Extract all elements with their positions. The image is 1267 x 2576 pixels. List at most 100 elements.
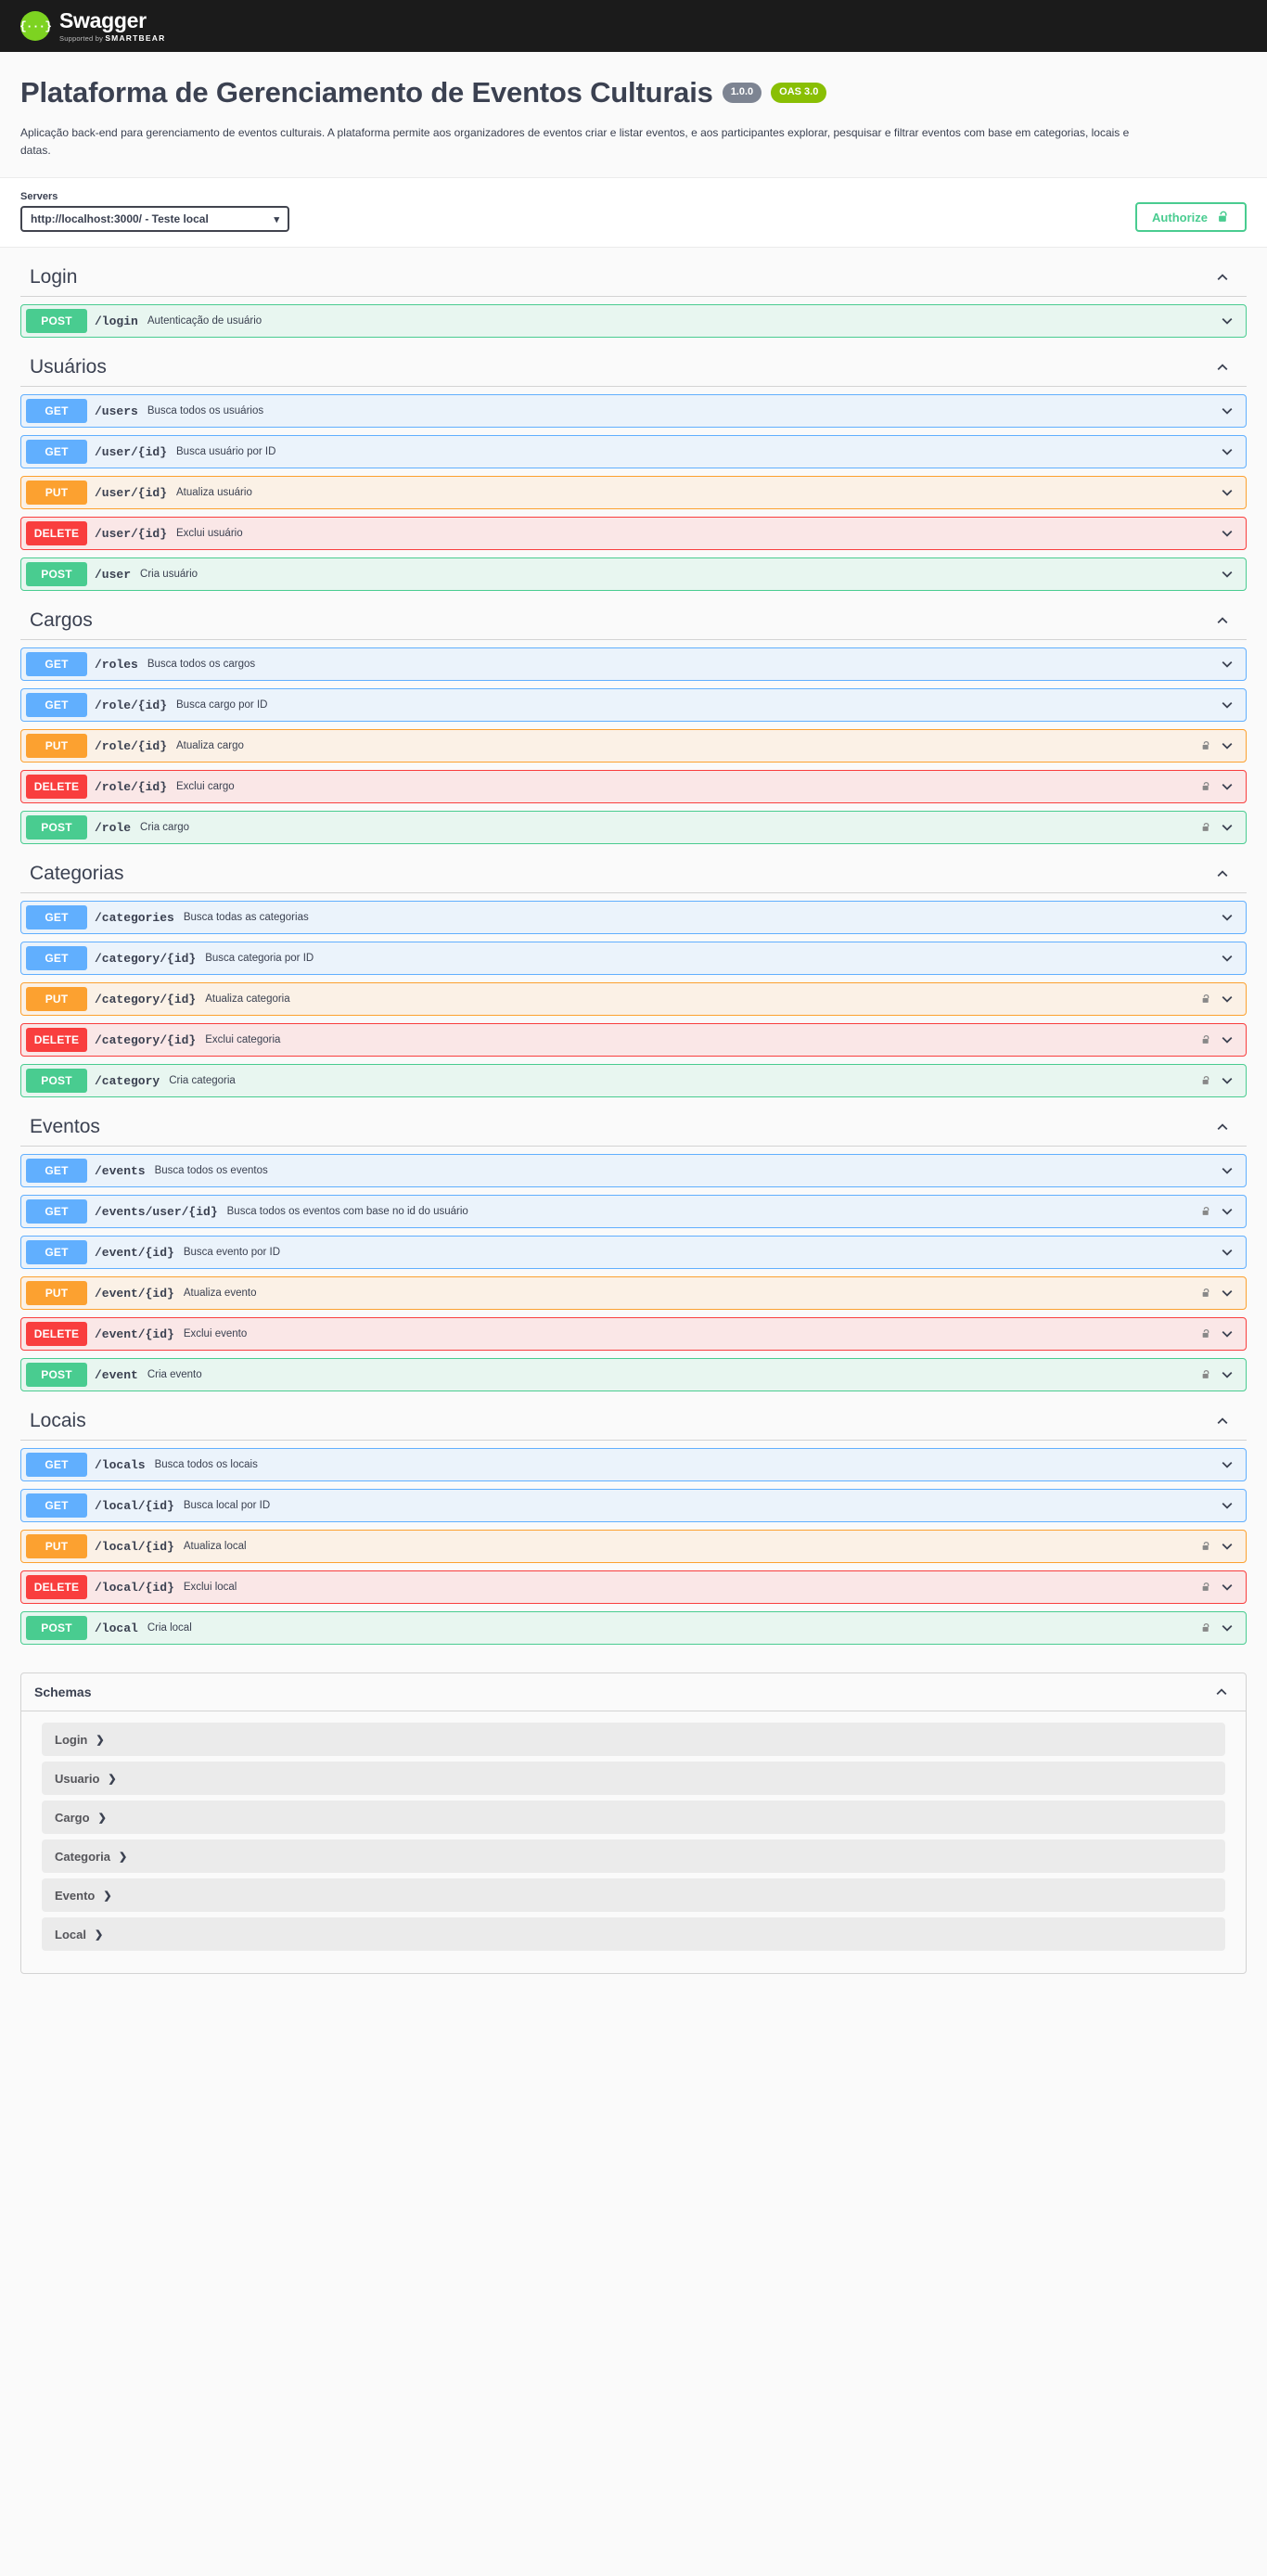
- operation-row[interactable]: PUT/event/{id} Atualiza evento: [20, 1276, 1247, 1311]
- unlock-icon[interactable]: [1201, 1033, 1211, 1046]
- operation-row[interactable]: POST/role Cria cargo: [20, 811, 1247, 845]
- api-description: Aplicação back-end para gerenciamento de…: [20, 126, 1130, 157]
- chevron-down-icon[interactable]: [1220, 1073, 1235, 1088]
- operation-row[interactable]: POST/event Cria evento: [20, 1358, 1247, 1392]
- chevron-down-icon[interactable]: [1220, 526, 1235, 541]
- chevron-down-icon[interactable]: [1220, 314, 1235, 328]
- operation-row[interactable]: POST/local Cria local: [20, 1611, 1247, 1646]
- api-info: Plataforma de Gerenciamento de Eventos C…: [0, 52, 1267, 179]
- schema-row[interactable]: Local ❯: [42, 1917, 1225, 1952]
- operation-row[interactable]: PUT/category/{id} Atualiza categoria: [20, 982, 1247, 1017]
- unlock-icon[interactable]: [1201, 1287, 1211, 1300]
- http-method-badge: DELETE: [26, 1028, 87, 1053]
- unlock-icon[interactable]: [1201, 1621, 1211, 1634]
- operation-row[interactable]: GET/locals Busca todos os locais: [20, 1448, 1247, 1482]
- schema-row[interactable]: Login ❯: [42, 1723, 1225, 1757]
- operation-row[interactable]: GET/events/user/{id} Busca todos os event…: [20, 1195, 1247, 1229]
- chevron-down-icon[interactable]: [1220, 444, 1235, 459]
- schemas-header[interactable]: Schemas: [21, 1673, 1246, 1712]
- unlock-icon[interactable]: [1201, 993, 1211, 1006]
- chevron-down-icon[interactable]: [1220, 698, 1235, 712]
- chevron-down-icon[interactable]: [1220, 992, 1235, 1006]
- operation-row[interactable]: POST/login Autenticação de usuário: [20, 304, 1247, 339]
- operation-summary: Cria usuário: [140, 569, 198, 581]
- chevron-right-icon[interactable]: ❯: [96, 1734, 104, 1746]
- chevron-right-icon[interactable]: ❯: [95, 1929, 103, 1941]
- chevron-down-icon[interactable]: [1220, 951, 1235, 966]
- operation-row[interactable]: DELETE/category/{id} Exclui categoria: [20, 1023, 1247, 1057]
- chevron-down-icon[interactable]: [1220, 404, 1235, 418]
- operation-summary: Atualiza local: [183, 1541, 247, 1553]
- chevron-down-icon[interactable]: [1220, 820, 1235, 835]
- chevron-down-icon[interactable]: [1220, 1204, 1235, 1219]
- authorize-button[interactable]: Authorize: [1135, 202, 1247, 233]
- chevron-down-icon[interactable]: [1220, 1539, 1235, 1554]
- unlock-icon[interactable]: [1201, 780, 1211, 793]
- unlock-icon[interactable]: [1201, 1327, 1211, 1340]
- unlock-icon[interactable]: [1201, 1540, 1211, 1553]
- tag-header-eventos[interactable]: Eventos: [20, 1109, 1247, 1147]
- chevron-down-icon[interactable]: [1220, 567, 1235, 582]
- tag-header-login[interactable]: Login: [20, 259, 1247, 298]
- chevron-down-icon[interactable]: [1220, 1621, 1235, 1635]
- operation-controls: [1201, 1367, 1235, 1382]
- operation-row[interactable]: POST/category Cria categoria: [20, 1064, 1247, 1098]
- operation-row[interactable]: PUT/local/{id} Atualiza local: [20, 1530, 1247, 1564]
- chevron-down-icon[interactable]: [1220, 1457, 1235, 1472]
- operation-row[interactable]: PUT/role/{id} Atualiza cargo: [20, 729, 1247, 763]
- chevron-down-icon[interactable]: [1220, 910, 1235, 925]
- chevron-down-icon[interactable]: [1220, 657, 1235, 672]
- operation-row[interactable]: GET/roles Busca todos os cargos: [20, 647, 1247, 682]
- swagger-logo[interactable]: {···} Swagger Supported by SMARTBEAR: [19, 9, 165, 43]
- chevron-down-icon[interactable]: [1220, 1367, 1235, 1382]
- chevron-down-icon[interactable]: [1220, 1580, 1235, 1595]
- operation-row[interactable]: GET/local/{id} Busca local por ID: [20, 1489, 1247, 1523]
- unlock-icon[interactable]: [1201, 1074, 1211, 1087]
- schema-row[interactable]: Usuario ❯: [42, 1762, 1225, 1796]
- operation-row[interactable]: GET/category/{id} Busca categoria por ID: [20, 942, 1247, 976]
- schema-row[interactable]: Cargo ❯: [42, 1801, 1225, 1835]
- operation-row[interactable]: DELETE/local/{id} Exclui local: [20, 1570, 1247, 1605]
- operation-row[interactable]: GET/event/{id} Busca evento por ID: [20, 1236, 1247, 1270]
- http-method-badge: PUT: [26, 987, 87, 1012]
- chevron-down-icon[interactable]: [1220, 485, 1235, 500]
- unlock-icon[interactable]: [1201, 1581, 1211, 1594]
- tag-header-usuários[interactable]: Usuários: [20, 349, 1247, 388]
- operation-row[interactable]: GET/events Busca todos os eventos: [20, 1154, 1247, 1188]
- http-method-badge: PUT: [26, 1534, 87, 1559]
- operation-row[interactable]: DELETE/user/{id} Exclui usuário: [20, 517, 1247, 551]
- chevron-right-icon[interactable]: ❯: [103, 1890, 111, 1902]
- chevron-right-icon[interactable]: ❯: [108, 1773, 116, 1785]
- unlock-icon[interactable]: [1201, 1368, 1211, 1381]
- chevron-down-icon[interactable]: [1220, 1326, 1235, 1341]
- chevron-down-icon[interactable]: [1220, 738, 1235, 753]
- http-method-badge: PUT: [26, 734, 87, 759]
- operation-row[interactable]: GET/categories Busca todas as categorias: [20, 901, 1247, 935]
- schema-row[interactable]: Evento ❯: [42, 1878, 1225, 1913]
- chevron-down-icon[interactable]: [1220, 1245, 1235, 1260]
- chevron-down-icon[interactable]: [1220, 1498, 1235, 1513]
- http-method-badge: PUT: [26, 1281, 87, 1306]
- http-method-badge: POST: [26, 562, 87, 587]
- unlock-icon[interactable]: [1201, 821, 1211, 834]
- chevron-right-icon[interactable]: ❯: [98, 1812, 107, 1824]
- operation-row[interactable]: DELETE/event/{id} Exclui evento: [20, 1317, 1247, 1352]
- unlock-icon[interactable]: [1201, 1205, 1211, 1218]
- operation-row[interactable]: DELETE/role/{id} Exclui cargo: [20, 770, 1247, 804]
- operation-row[interactable]: POST/user Cria usuário: [20, 557, 1247, 592]
- unlock-icon[interactable]: [1201, 739, 1211, 752]
- chevron-down-icon[interactable]: [1220, 1286, 1235, 1301]
- schema-row[interactable]: Categoria ❯: [42, 1839, 1225, 1874]
- chevron-down-icon[interactable]: [1220, 779, 1235, 794]
- operation-row[interactable]: GET/users Busca todos os usuários: [20, 394, 1247, 429]
- chevron-down-icon[interactable]: [1220, 1163, 1235, 1178]
- chevron-down-icon[interactable]: [1220, 1032, 1235, 1047]
- tag-header-categorias[interactable]: Categorias: [20, 855, 1247, 894]
- chevron-right-icon[interactable]: ❯: [119, 1851, 127, 1863]
- operation-row[interactable]: PUT/user/{id} Atualiza usuário: [20, 476, 1247, 510]
- operation-row[interactable]: GET/user/{id} Busca usuário por ID: [20, 435, 1247, 469]
- tag-header-locais[interactable]: Locais: [20, 1403, 1247, 1442]
- tag-header-cargos[interactable]: Cargos: [20, 602, 1247, 641]
- operation-row[interactable]: GET/role/{id} Busca cargo por ID: [20, 688, 1247, 723]
- server-select[interactable]: http://localhost:3000/ - Teste local ▾: [20, 206, 289, 233]
